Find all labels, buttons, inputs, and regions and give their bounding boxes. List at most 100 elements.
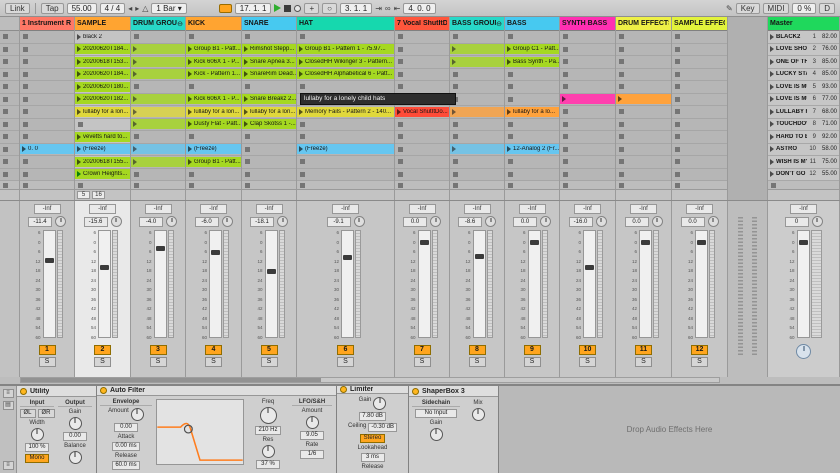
clip-slot[interactable]: (Freeze): [297, 144, 394, 156]
volume-fader[interactable]: [639, 230, 652, 338]
clip-slot[interactable]: 20200620T184...: [75, 44, 130, 56]
clip-stop-button[interactable]: [675, 171, 680, 177]
clip-slot[interactable]: [20, 169, 74, 181]
clip-slot[interactable]: [505, 119, 559, 131]
clip[interactable]: Snare Apnea 3...: [242, 56, 296, 67]
clip[interactable]: (Freeze): [297, 144, 394, 154]
track-header-6[interactable]: HAT: [297, 17, 394, 31]
clip-slot[interactable]: [395, 44, 449, 56]
clip-slot[interactable]: [242, 169, 296, 181]
clip-slot[interactable]: [672, 156, 727, 169]
track-header-7[interactable]: 7 Vocal ShutItDo: [395, 17, 449, 31]
clip-stop-button[interactable]: [134, 84, 139, 90]
clip[interactable]: 20200620T184...: [75, 44, 130, 54]
clip-stop-button[interactable]: [245, 34, 250, 40]
track-activator-button[interactable]: 7: [413, 345, 431, 355]
clip-slot[interactable]: [395, 31, 449, 44]
track-header-12[interactable]: SAMPLE EFFECTS: [672, 17, 727, 31]
clip-stop-button[interactable]: [508, 84, 513, 90]
record-button[interactable]: [294, 4, 302, 12]
clip[interactable]: [131, 144, 185, 154]
clip-stop-button[interactable]: [245, 171, 250, 177]
pan-knob[interactable]: [430, 216, 441, 227]
volume-fader[interactable]: [341, 230, 354, 338]
clip-launch-icon[interactable]: [188, 146, 192, 152]
pan-knob[interactable]: [595, 216, 607, 227]
clip-stop-button[interactable]: [23, 96, 28, 102]
clip-stop-button[interactable]: [675, 71, 680, 77]
clip-stop-button[interactable]: [675, 96, 680, 102]
stereo-mode-button[interactable]: Stereo: [359, 434, 386, 443]
clip-slot[interactable]: [505, 169, 559, 181]
sidechain-input-selector[interactable]: No Input: [415, 409, 457, 418]
clip-slot[interactable]: [560, 106, 615, 119]
clip-launch-icon[interactable]: [507, 108, 511, 115]
clip-launch-icon[interactable]: [397, 108, 401, 115]
clip-slot[interactable]: [560, 131, 615, 144]
volume-db-display[interactable]: 0: [784, 216, 809, 227]
clip-stop-button[interactable]: [619, 71, 624, 77]
clip-slot[interactable]: [505, 131, 559, 144]
clip[interactable]: Memory Fails - Pattern 2 - 140...: [297, 106, 394, 117]
clip-slot[interactable]: [0, 81, 19, 94]
clip-stop-button[interactable]: [300, 159, 305, 165]
clip-slot[interactable]: [505, 156, 559, 169]
clip-stop-button[interactable]: [245, 159, 250, 165]
session-record-button[interactable]: ○: [322, 2, 337, 14]
clip[interactable]: (Freeze): [186, 144, 241, 154]
clip-stop-button[interactable]: [508, 34, 513, 40]
scene-launch-icon[interactable]: [770, 108, 774, 115]
clip[interactable]: ClosedHH Alphabetical 6 - Patt...: [297, 69, 394, 79]
track-header-11[interactable]: DRUM EFFECTS: [616, 17, 671, 31]
clip[interactable]: 20200620T184...: [75, 69, 130, 79]
clip-launch-icon[interactable]: [77, 146, 81, 152]
track-activator-button[interactable]: 5: [260, 345, 278, 355]
clip[interactable]: [450, 144, 504, 154]
scene-row-1[interactable]: BLACK2 1 82.00: [768, 31, 839, 44]
clip-slot[interactable]: [0, 69, 19, 81]
clip-slot[interactable]: SnareRim Dead...: [242, 69, 296, 81]
clip-slot[interactable]: Snare Apnea 3...: [242, 56, 296, 69]
clip-slot[interactable]: [450, 69, 504, 81]
peak-level-display[interactable]: -Inf: [332, 204, 359, 214]
clip-launch-icon[interactable]: [77, 83, 81, 90]
track-header-1[interactable]: 1 Instrument R: [20, 17, 74, 31]
clip-stop-button[interactable]: [398, 121, 403, 127]
stop-all-clips-button[interactable]: [563, 182, 568, 188]
clip-launch-icon[interactable]: [188, 71, 192, 77]
clip-stop-button[interactable]: [619, 59, 624, 65]
track-activator-button[interactable]: 11: [635, 345, 652, 355]
volume-fader[interactable]: [417, 230, 431, 338]
clip-launch-icon[interactable]: [77, 71, 81, 77]
stop-all-clips-button[interactable]: [619, 182, 624, 188]
clip-stop-button[interactable]: [398, 171, 403, 177]
clip[interactable]: 20200618T153...: [75, 56, 130, 67]
midi-map-button[interactable]: MIDI: [762, 2, 790, 14]
stop-all-clips-button[interactable]: [771, 182, 776, 188]
clip-slot[interactable]: [0, 31, 19, 44]
clip-slot[interactable]: [560, 31, 615, 44]
clip-stop-button[interactable]: [675, 109, 680, 115]
clip-stop-button[interactable]: [78, 121, 83, 127]
clip-slot[interactable]: [297, 119, 394, 131]
clip-slot[interactable]: [242, 131, 296, 144]
volume-fader-handle[interactable]: [474, 254, 484, 259]
limiter-gain-value[interactable]: 7.80 dB: [359, 412, 386, 421]
clip-stop-button[interactable]: [134, 34, 139, 40]
clip[interactable]: [131, 156, 185, 167]
clip-slot[interactable]: [131, 106, 185, 119]
peak-level-display[interactable]: -Inf: [408, 204, 436, 214]
clip-slot[interactable]: [20, 81, 74, 94]
res-knob[interactable]: [261, 445, 275, 458]
clip-slot[interactable]: [20, 44, 74, 56]
play-button[interactable]: [274, 4, 282, 12]
clip-stop-button[interactable]: [23, 46, 28, 52]
clip-stop-button[interactable]: [23, 59, 28, 65]
scene-launch-icon[interactable]: [770, 158, 774, 165]
clip-stop-button[interactable]: [245, 134, 250, 140]
clip-slot[interactable]: [450, 56, 504, 69]
clip-slot[interactable]: [395, 131, 449, 144]
clip-stop-button[interactable]: [398, 146, 403, 152]
volume-fader[interactable]: [209, 230, 222, 338]
clip-launch-icon[interactable]: [507, 146, 511, 152]
